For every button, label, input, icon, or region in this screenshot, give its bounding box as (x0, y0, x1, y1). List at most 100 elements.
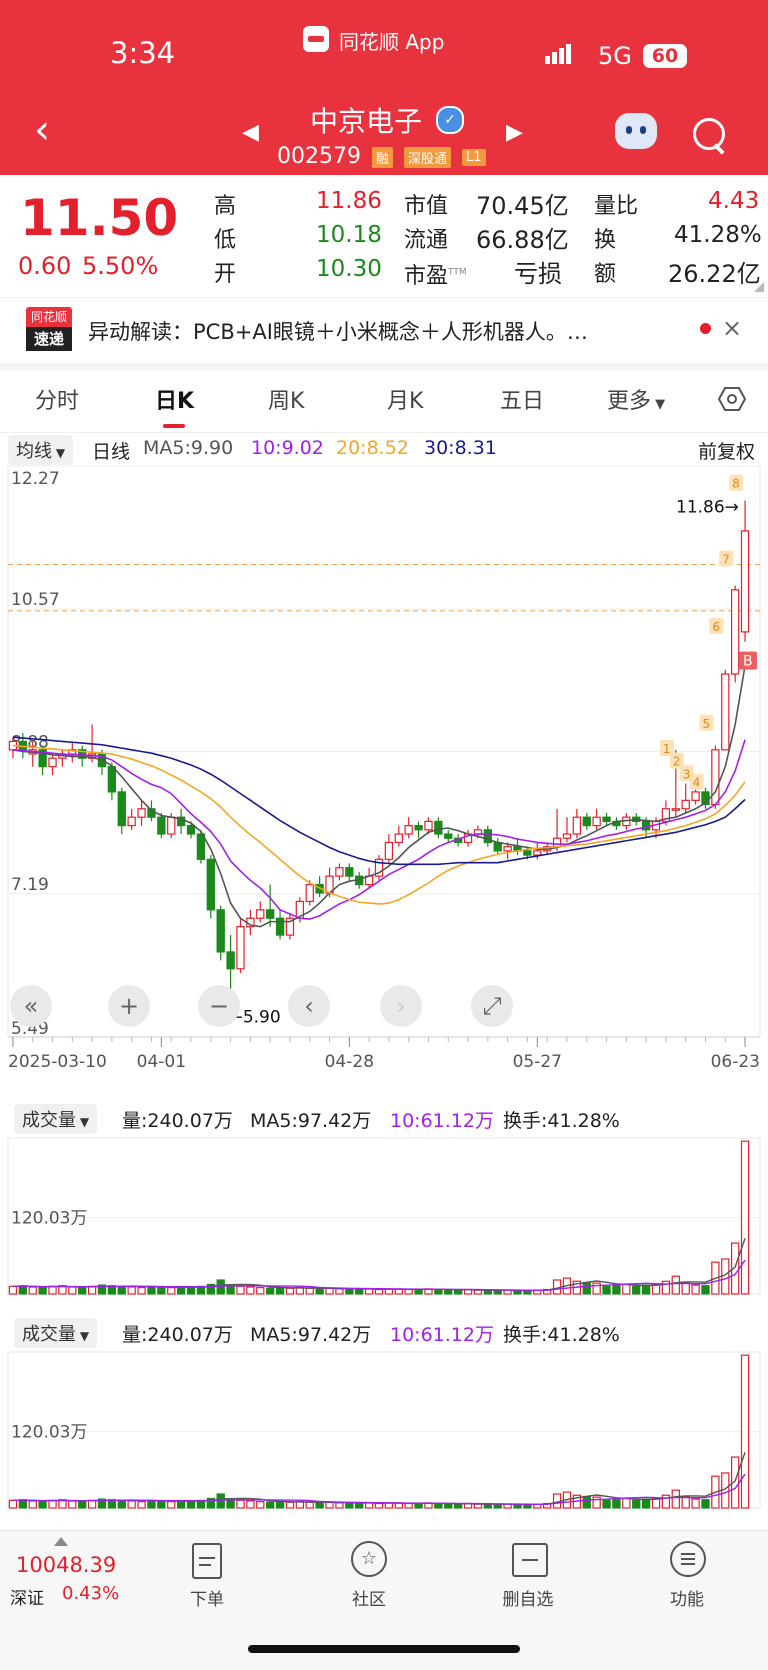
next-stock-icon[interactable]: ▶ (506, 120, 523, 145)
volume-turnover-2: 换手:41.28% (503, 1324, 620, 1346)
candle-body (196, 833, 206, 860)
tab-daily-k[interactable]: 日K (155, 383, 194, 415)
zoom-in-icon[interactable]: + (108, 985, 150, 1027)
volume-bar-1 (473, 1289, 483, 1295)
volume-bar-1 (127, 1286, 136, 1295)
volume-bar-2 (661, 1494, 671, 1509)
signal-marker-label: 8 (732, 477, 740, 491)
back-icon[interactable]: ‹ (34, 110, 50, 150)
search-icon[interactable] (693, 118, 725, 150)
order-icon[interactable] (192, 1543, 222, 1579)
candle-body (206, 858, 215, 911)
price-change: 0.60 (18, 252, 72, 280)
collapse-icon[interactable]: « (10, 985, 52, 1027)
adjust-label[interactable]: 前复权 (698, 437, 755, 464)
volume-turnover: 换手:41.28% (503, 1110, 620, 1132)
volume-bar-1 (355, 1288, 364, 1295)
candle-body (167, 816, 176, 835)
menu-icon[interactable] (670, 1541, 706, 1577)
scroll-right-icon[interactable]: › (380, 985, 422, 1027)
volume-bar-1 (87, 1285, 97, 1295)
volume-bar-2 (691, 1498, 700, 1509)
indicator-select[interactable]: 均线 ▼ (8, 435, 74, 465)
remove-watchlist-icon[interactable] (512, 1543, 548, 1577)
news-text[interactable]: 异动解读：PCB+AI眼镜＋小米概念＋人形机器人。… (88, 316, 668, 346)
candle-body (335, 867, 344, 877)
volume-bar-1 (216, 1279, 225, 1295)
volume-bar-1 (38, 1287, 47, 1295)
scroll-left-icon[interactable]: ‹ (288, 985, 330, 1027)
candle-body (394, 833, 403, 844)
stock-code: 002579 (277, 144, 361, 169)
y-tick-label: 7.19 (11, 875, 49, 895)
community-icon[interactable]: ☆ (351, 1541, 387, 1577)
volume-bar-1 (315, 1288, 324, 1295)
volume-bar-2 (315, 1502, 324, 1509)
signal-marker-label: 1 (663, 742, 671, 756)
volume-bar-2 (186, 1501, 196, 1509)
index-value[interactable]: 10048.39 (16, 1553, 116, 1577)
volume-bar-2 (157, 1500, 166, 1509)
signal-marker-label: 6 (712, 620, 720, 634)
volume-bar-2 (612, 1499, 621, 1509)
ma-line-ma10 (12, 739, 746, 920)
tab-weekly-k[interactable]: 周K (268, 383, 304, 415)
volume-bar-2 (582, 1495, 591, 1509)
expand-corner-icon[interactable] (754, 282, 764, 292)
nav-order[interactable]: 下单 (167, 1585, 247, 1610)
volume-indicator-select[interactable]: 成交量 ▼ (14, 1104, 98, 1134)
candle-body (503, 846, 512, 852)
candle-body (305, 883, 314, 903)
volume-bar-1 (444, 1289, 453, 1295)
volume-bar-2 (701, 1499, 710, 1509)
float-value: 66.88亿 (476, 226, 569, 254)
network-label: 5G (598, 42, 632, 70)
nav-functions[interactable]: 功能 (647, 1585, 727, 1610)
nav-community[interactable]: 社区 (329, 1585, 409, 1610)
candle-body (157, 816, 166, 835)
tab-five-day[interactable]: 五日 (500, 383, 544, 415)
low-label: 低 (214, 228, 237, 253)
candle-body (236, 926, 245, 970)
y-tick-label: 10.57 (11, 590, 60, 610)
turnover-value: 41.28% (674, 222, 762, 248)
volume-tick-label-1: 120.03万 (11, 1209, 87, 1229)
volume-bar-2 (48, 1499, 57, 1509)
tabs-divider (0, 432, 768, 433)
volume-bar-1 (414, 1288, 423, 1295)
kline-chart[interactable]: 12.2710.578.887.195.4912345678B11.86→←5.… (0, 462, 768, 1070)
open-value: 10.30 (316, 256, 382, 282)
nav-remove-watchlist[interactable]: 删自选 (488, 1585, 568, 1610)
candle-body (572, 816, 582, 835)
tab-monthly-k[interactable]: 月K (387, 383, 423, 415)
tab-intraday[interactable]: 分时 (35, 383, 79, 415)
prev-stock-icon[interactable]: ◀ (242, 120, 259, 145)
volume-bar-2 (68, 1500, 77, 1509)
tab-more[interactable]: 更多 ▼ (607, 383, 665, 415)
volume-bar-2 (236, 1499, 245, 1509)
candle-body (107, 766, 117, 793)
candle-body (533, 850, 542, 856)
volume-bar-1 (661, 1280, 671, 1295)
expand-up-icon[interactable] (54, 1537, 68, 1546)
volume-bar-1 (691, 1284, 700, 1295)
home-indicator[interactable] (248, 1645, 520, 1653)
zoom-out-icon[interactable]: − (198, 985, 240, 1027)
candle-body (711, 749, 720, 806)
divider (0, 297, 768, 298)
robot-assistant-icon[interactable] (615, 113, 657, 149)
volume-bar-2 (256, 1501, 265, 1509)
volume-bar-1 (137, 1287, 146, 1295)
volume-bar-1 (701, 1285, 710, 1295)
news-logo-bottom: 速递 (26, 327, 72, 351)
candle-body (671, 808, 680, 811)
fullscreen-icon[interactable]: ⤢ (471, 985, 513, 1027)
volratio-value: 4.43 (708, 188, 760, 214)
volume-bar-1 (117, 1285, 126, 1295)
volume-indicator-select-2[interactable]: 成交量 ▼ (14, 1318, 98, 1348)
close-icon[interactable]: × (722, 314, 742, 342)
volume-bar-1 (167, 1287, 176, 1295)
settings-hexagon-icon[interactable] (717, 385, 747, 413)
volume-bar-2 (632, 1499, 641, 1509)
x-tick-label: 04-28 (325, 1052, 374, 1070)
